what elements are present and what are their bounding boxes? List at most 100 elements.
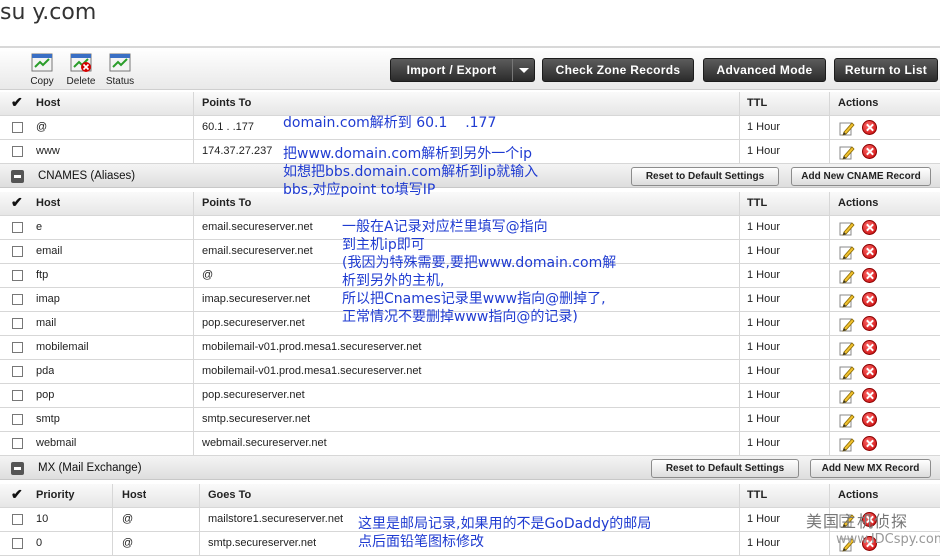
- row-checkbox[interactable]: [12, 146, 23, 157]
- cell-points-to: imap.secureserver.net: [202, 293, 311, 305]
- reset-mx-button[interactable]: Reset to Default Settings: [651, 459, 799, 478]
- cell-ttl: 1 Hour: [747, 513, 781, 525]
- mx-section-header: MX (Mail Exchange) Reset to Default Sett…: [0, 456, 940, 480]
- col-ttl: TTL: [747, 489, 768, 501]
- delete-icon[interactable]: [862, 364, 877, 379]
- edit-pencil-icon[interactable]: [839, 268, 855, 284]
- row-checkbox[interactable]: [12, 294, 23, 305]
- cell-host: imap: [36, 293, 60, 305]
- edit-pencil-icon[interactable]: [839, 316, 855, 332]
- row-checkbox[interactable]: [12, 366, 23, 377]
- import-export-button[interactable]: Import / Export: [390, 58, 535, 82]
- row-checkbox[interactable]: [12, 270, 23, 281]
- watermark-line2: www.IDCspy.com: [836, 532, 940, 547]
- cell-host: ftp: [36, 269, 49, 281]
- table-row[interactable]: mobilemail mobilemail-v01.prod.mesa1.secu…: [0, 336, 940, 360]
- select-all-checkmark-icon[interactable]: ✔: [11, 194, 23, 211]
- cell-ttl: 1 Hour: [747, 221, 781, 233]
- cell-points-to: 174.37.27.237: [202, 145, 273, 157]
- cell-ttl: 1 Hour: [747, 293, 781, 305]
- row-checkbox[interactable]: [12, 390, 23, 401]
- row-checkbox[interactable]: [12, 122, 23, 133]
- delete-icon[interactable]: [862, 316, 877, 331]
- row-checkbox[interactable]: [12, 222, 23, 233]
- col-actions: Actions: [838, 197, 879, 209]
- cell-host: www: [36, 145, 60, 157]
- edit-pencil-icon[interactable]: [839, 364, 855, 380]
- col-actions: Actions: [838, 489, 879, 501]
- row-checkbox[interactable]: [12, 414, 23, 425]
- delete-icon[interactable]: [862, 220, 877, 235]
- delete-icon[interactable]: [862, 268, 877, 283]
- row-checkbox[interactable]: [12, 342, 23, 353]
- col-ttl: TTL: [747, 197, 768, 209]
- cell-ttl: 1 Hour: [747, 269, 781, 281]
- import-export-label: Import / Export: [406, 63, 497, 77]
- cell-ttl: 1 Hour: [747, 537, 781, 549]
- table-row[interactable]: pop pop.secureserver.net 1 Hour: [0, 384, 940, 408]
- delete-icon[interactable]: [862, 244, 877, 259]
- advanced-mode-button[interactable]: Advanced Mode: [703, 58, 826, 82]
- edit-pencil-icon[interactable]: [839, 292, 855, 308]
- add-mx-button[interactable]: Add New MX Record: [810, 459, 931, 478]
- check-zone-records-button[interactable]: Check Zone Records: [542, 58, 694, 82]
- cell-host: @: [122, 513, 134, 525]
- edit-pencil-icon[interactable]: [839, 340, 855, 356]
- edit-pencil-icon[interactable]: [839, 120, 855, 136]
- row-checkbox[interactable]: [12, 514, 23, 525]
- cell-points-to: mobilemail-v01.prod.mesa1.secureserver.n…: [202, 341, 422, 353]
- cell-points-to: email.secureserver.net: [202, 221, 313, 233]
- cell-points-to: pop.secureserver.net: [202, 317, 305, 329]
- row-checkbox[interactable]: [12, 438, 23, 449]
- watermark: 美国主机侦探 www.IDCspy.com: [796, 506, 940, 552]
- delete-icon[interactable]: [862, 340, 877, 355]
- table-row[interactable]: webmail webmail.secureserver.net 1 Hour: [0, 432, 940, 456]
- cell-goes-to: mailstore1.secureserver.net: [208, 513, 344, 525]
- cell-points-to: mobilemail-v01.prod.mesa1.secureserver.n…: [202, 365, 422, 377]
- add-cname-button[interactable]: Add New CNAME Record: [791, 167, 931, 186]
- delete-icon[interactable]: [862, 292, 877, 307]
- delete-icon[interactable]: [862, 436, 877, 451]
- delete-icon[interactable]: [862, 144, 877, 159]
- collapse-minus-icon[interactable]: [11, 462, 24, 475]
- delete-icon[interactable]: [862, 120, 877, 135]
- collapse-minus-icon[interactable]: [11, 170, 24, 183]
- edit-pencil-icon[interactable]: [839, 388, 855, 404]
- edit-pencil-icon[interactable]: [839, 244, 855, 260]
- edit-pencil-icon[interactable]: [839, 412, 855, 428]
- cell-host: smtp: [36, 413, 60, 425]
- col-host: Host: [122, 489, 147, 501]
- mx-title: MX (Mail Exchange): [38, 462, 142, 474]
- row-checkbox[interactable]: [12, 318, 23, 329]
- status-tool[interactable]: Status: [102, 53, 138, 89]
- select-all-checkmark-icon[interactable]: ✔: [11, 94, 23, 111]
- row-checkbox[interactable]: [12, 538, 23, 549]
- a-records-header: ✔ Host Points To TTL Actions: [0, 92, 940, 116]
- edit-pencil-icon[interactable]: [839, 220, 855, 236]
- cell-host: @: [122, 537, 134, 549]
- delete-tool[interactable]: Delete: [63, 53, 99, 89]
- col-actions: Actions: [838, 97, 879, 109]
- chevron-down-icon[interactable]: [512, 59, 534, 81]
- col-host: Host: [36, 197, 61, 209]
- edit-pencil-icon[interactable]: [839, 436, 855, 452]
- table-row[interactable]: smtp smtp.secureserver.net 1 Hour: [0, 408, 940, 432]
- row-checkbox[interactable]: [12, 246, 23, 257]
- cell-host: pop: [36, 389, 55, 401]
- cell-host: e: [36, 221, 43, 233]
- cell-ttl: 1 Hour: [747, 317, 781, 329]
- delete-icon[interactable]: [862, 412, 877, 427]
- select-all-checkmark-icon[interactable]: ✔: [11, 486, 23, 503]
- reset-cnames-button[interactable]: Reset to Default Settings: [631, 167, 779, 186]
- annotation-a-record: domain.com解析到 60.1 .177: [283, 115, 497, 131]
- cell-ttl: 1 Hour: [747, 121, 781, 133]
- edit-pencil-icon[interactable]: [839, 144, 855, 160]
- table-row[interactable]: pda mobilemail-v01.prod.mesa1.secureserve…: [0, 360, 940, 384]
- delete-icon[interactable]: [862, 388, 877, 403]
- copy-tool[interactable]: Copy: [24, 53, 60, 89]
- return-to-list-button[interactable]: Return to List: [834, 58, 938, 82]
- cell-ttl: 1 Hour: [747, 365, 781, 377]
- delete-record-icon: [70, 53, 92, 72]
- cell-ttl: 1 Hour: [747, 437, 781, 449]
- col-goes-to: Goes To: [208, 489, 252, 501]
